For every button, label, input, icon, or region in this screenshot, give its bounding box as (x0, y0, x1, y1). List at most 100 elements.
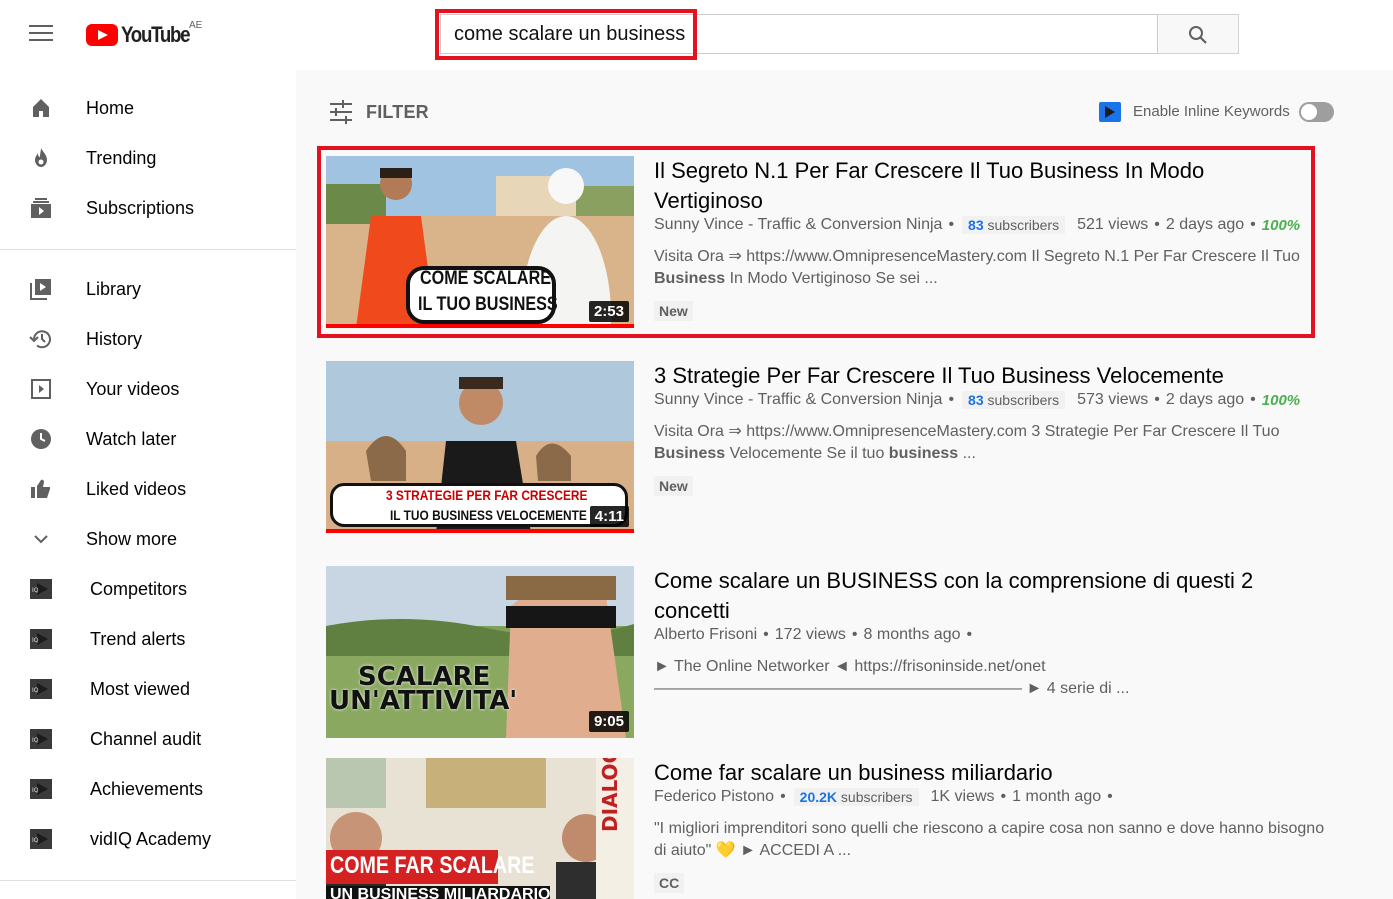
search-icon (1189, 26, 1207, 44)
video-highlight-box (317, 146, 1315, 338)
channel-name[interactable]: Federico Pistono (654, 788, 774, 806)
sidebar-item-label: Channel audit (90, 728, 202, 749)
description-text: di aiuto" 💛 ► ACCEDI A ... (654, 842, 852, 859)
sidebar-item-label: Achievements (90, 778, 204, 799)
vidiq-icon: IQ (29, 777, 53, 801)
video-meta: Alberto Frisoni • 172 views • 8 months ago… (654, 626, 973, 644)
channel-name[interactable]: Sunny Vince - Traffic & Conversion Ninja (654, 391, 942, 409)
sidebar-item-label: Your videos (86, 378, 180, 399)
sidebar-item-label: Liked videos (86, 478, 187, 499)
trending-icon (29, 146, 53, 170)
sidebar-item-trend-alerts[interactable]: IQ Trend alerts (0, 619, 296, 659)
upload-age: 2 days ago (1165, 391, 1245, 408)
vidiq-icon: IQ (29, 677, 53, 701)
sidebar-item-most-viewed[interactable]: IQ Most viewed (0, 669, 296, 709)
sidebar-item-home[interactable]: Home (0, 88, 296, 128)
library-icon (29, 277, 53, 301)
view-count: 172 views (774, 626, 846, 643)
sidebar: Home Trending Subscriptions Library Hist… (0, 70, 296, 899)
description-text: ——————————————————————— ► 4 serie di ... (654, 680, 1130, 697)
sidebar-item-your-videos[interactable]: Your videos (0, 369, 296, 409)
hamburger-menu-icon[interactable] (29, 25, 53, 43)
youtube-logo[interactable]: YouTube (86, 22, 201, 48)
subscriber-label: subscribers (987, 392, 1060, 408)
thumbnail-side-caption: DIALOGO (598, 758, 622, 832)
vidiq-icon: IQ (29, 827, 53, 851)
sidebar-item-liked-videos[interactable]: Liked videos (0, 469, 296, 509)
view-count: 573 views (1077, 391, 1149, 408)
description-text: ► The Online Networker ◄ https://frisoni… (654, 658, 1046, 675)
sidebar-item-library[interactable]: Library (0, 269, 296, 309)
filter-icon (330, 100, 352, 124)
video-duration: 9:05 (588, 711, 629, 732)
sidebar-item-label: History (86, 328, 143, 349)
video-description: Visita Ora ⇒ https://www.OmnipresenceMas… (654, 421, 1339, 465)
video-title[interactable]: Come far scalare un business miliardario (654, 758, 1314, 788)
watch-progress-bar (326, 529, 634, 533)
vidiq-icon: IQ (29, 727, 53, 751)
video-thumbnail[interactable]: DIALOGO COME FAR SCALARE UN BUSINESS MIL… (326, 758, 634, 899)
svg-text:IQ: IQ (32, 837, 39, 844)
subscriber-count: 83 (968, 392, 984, 408)
channel-name[interactable]: Alberto Frisoni (654, 626, 757, 644)
description-keyword: Business (654, 445, 726, 462)
description-text: ... (958, 445, 976, 462)
sidebar-item-achievements[interactable]: IQ Achievements (0, 769, 296, 809)
subscriber-count: 20.2K (799, 789, 838, 805)
description-keyword: business (888, 445, 959, 462)
vidiq-inline-icon (1099, 102, 1121, 122)
video-result[interactable]: 3 STRATEGIE PER FAR CRESCERE IL TUO BUSI… (326, 361, 1336, 533)
sidebar-item-label: Show more (86, 528, 178, 549)
video-thumbnail[interactable]: 3 STRATEGIE PER FAR CRESCERE IL TUO BUSI… (326, 361, 634, 533)
upload-age: 8 months ago (863, 626, 961, 643)
thumbnail-caption: UN BUSINESS MILIARDARIO (330, 886, 551, 899)
video-result[interactable]: DIALOGO COME FAR SCALARE UN BUSINESS MIL… (326, 758, 1336, 899)
video-description: "I migliori imprenditori sono quelli che… (654, 818, 1339, 862)
chevron-down-icon (29, 527, 53, 551)
video-duration: 4:11 (589, 506, 629, 527)
watch-later-icon (29, 427, 53, 451)
youtube-play-icon (86, 24, 118, 46)
logo-text: YouTube (121, 22, 191, 47)
view-count: 1K views (930, 788, 995, 805)
video-title[interactable]: 3 Strategie Per Far Crescere Il Tuo Busi… (654, 361, 1314, 391)
sidebar-item-label: Library (86, 278, 142, 299)
history-icon (29, 327, 53, 351)
sidebar-item-trending[interactable]: Trending (0, 138, 296, 178)
thumbnail-caption: COME FAR SCALARE (330, 852, 535, 879)
filter-button[interactable] (328, 98, 354, 126)
liked-videos-icon (29, 477, 53, 501)
search-button[interactable] (1158, 14, 1239, 54)
sidebar-item-history[interactable]: History (0, 319, 296, 359)
video-meta: Federico Pistono • 20.2K subscribers 1K v… (654, 788, 1113, 806)
sidebar-item-label: vidIQ Academy (90, 828, 212, 849)
thumbnail-caption: 3 STRATEGIE PER FAR CRESCERE (386, 487, 588, 503)
inline-keywords-toggle[interactable] (1299, 102, 1334, 122)
sidebar-item-competitors[interactable]: IQ Competitors (0, 569, 296, 609)
svg-text:IQ: IQ (32, 737, 39, 744)
video-title[interactable]: Come scalare un BUSINESS con la comprens… (654, 566, 1314, 626)
description-text: "I migliori imprenditori sono quelli che… (654, 820, 1325, 837)
vidiq-score: 100% (1261, 391, 1301, 409)
inline-keywords-label: Enable Inline Keywords (1133, 103, 1290, 120)
sidebar-item-label: Competitors (90, 578, 188, 599)
filter-label[interactable]: FILTER (366, 102, 429, 123)
video-result[interactable]: SCALARE UN'ATTIVITA' 9:05 Come scalare u… (326, 566, 1336, 738)
description-text: Visita Ora ⇒ https://www.OmnipresenceMas… (654, 423, 1280, 440)
sidebar-item-subscriptions[interactable]: Subscriptions (0, 188, 296, 228)
svg-text:IQ: IQ (32, 587, 39, 594)
subscriber-label: subscribers (840, 789, 913, 805)
sidebar-item-watch-later[interactable]: Watch later (0, 419, 296, 459)
sidebar-divider (0, 249, 296, 250)
video-meta: Sunny Vince - Traffic & Conversion Ninja… (654, 391, 1301, 409)
svg-text:IQ: IQ (32, 687, 39, 694)
video-description: ► The Online Networker ◄ https://frisoni… (654, 656, 1339, 700)
sidebar-item-channel-audit[interactable]: IQ Channel audit (0, 719, 296, 759)
home-icon (29, 96, 53, 120)
thumbnail-caption: IL TUO BUSINESS VELOCEMENTE (390, 507, 587, 523)
thumbnail-caption: UN'ATTIVITA' (329, 686, 518, 716)
video-thumbnail[interactable]: SCALARE UN'ATTIVITA' 9:05 (326, 566, 634, 738)
sidebar-item-label: Watch later (86, 428, 177, 449)
sidebar-item-vidiq-academy[interactable]: IQ vidIQ Academy (0, 819, 296, 859)
sidebar-item-show-more[interactable]: Show more (0, 519, 296, 559)
